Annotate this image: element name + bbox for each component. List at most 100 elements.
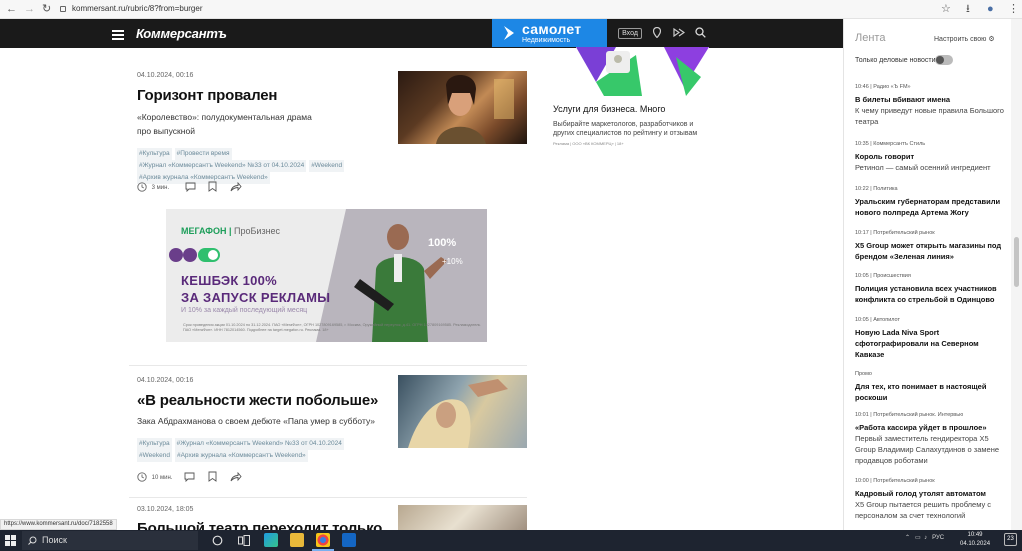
feed-item-title[interactable]: Уральским губернаторам представили новог… <box>855 196 1005 218</box>
share-icon[interactable] <box>230 471 242 484</box>
tag-link[interactable]: #Weekend <box>137 450 172 462</box>
ad-legal: Реклама | ООО «ВК КОММЕРЦ» | 18+ <box>553 141 624 146</box>
feed-item-title[interactable]: «Работа кассира уйдет в прошлое» <box>855 422 1005 433</box>
comment-icon[interactable] <box>184 472 195 484</box>
news-feed-panel: Лента Настроить свою ⚙ Только деловые но… <box>843 19 1011 530</box>
tag-link[interactable]: #Архив журнала «Коммерсантъ Weekend» <box>174 450 308 462</box>
tag-link[interactable]: #Провести время <box>174 148 232 160</box>
banner-percent: 100% <box>428 237 457 249</box>
address-bar[interactable]: kommersant.ru/rubric/8?from=burger <box>60 2 203 16</box>
article-lead: Зака Абдрахманова о своем дебюте «Папа у… <box>137 416 376 426</box>
bookmark-icon[interactable] <box>208 471 217 484</box>
feed-item-meta: 10:05 | Автопилот <box>855 317 901 323</box>
tag-link[interactable]: #Журнал «Коммерсантъ Weekend» №33 от 04.… <box>174 438 344 450</box>
feed-item[interactable]: 10:46 | Радио «Ъ FM» В билеты вбивают име… <box>855 83 1005 127</box>
feed-item-lead: Первый заместитель гендиректора X5 Group… <box>855 434 1000 465</box>
divider <box>129 497 527 498</box>
article-title[interactable]: Горизонт провален <box>137 87 277 104</box>
divider <box>129 365 527 366</box>
banner-fine-print: Срок проведения акции 01.10.2024 по 31.1… <box>183 323 481 332</box>
download-icon[interactable]: ⭳ <box>966 2 970 16</box>
feed-item-title[interactable]: Король говорит <box>855 151 1005 162</box>
back-icon[interactable]: ← <box>6 2 17 16</box>
tag-link[interactable]: #Weekend <box>309 160 345 172</box>
network-icon[interactable]: ▭ <box>915 535 921 541</box>
podcast-icon[interactable] <box>673 27 685 38</box>
feed-item-title[interactable]: X5 Group может открыть магазины под брен… <box>855 240 1005 262</box>
feed-item[interactable]: 10:00 | Потребительский рынок Кадровый го… <box>855 477 1005 521</box>
comment-icon[interactable] <box>185 182 196 194</box>
article-lead-line: «Королевство»: полудокументальная драма <box>137 112 312 122</box>
site-logo[interactable]: Коммерсантъ <box>136 26 227 41</box>
ad-title[interactable]: Услуги для бизнеса. Много <box>553 104 665 114</box>
gear-icon: ⚙ <box>988 36 995 43</box>
article-title[interactable]: Большой театр переходит только <box>137 520 382 530</box>
file-explorer-icon[interactable] <box>290 533 304 547</box>
feed-item[interactable]: 10:05 | Происшествия Полиция установила в… <box>855 272 1005 305</box>
banner-line: ЗА ЗАПУСК РЕКЛАМЫ <box>181 290 331 305</box>
business-only-toggle[interactable] <box>935 55 953 65</box>
site-info-icon[interactable] <box>60 5 66 12</box>
feed-item-meta: 10:35 | Коммерсантъ Стиль <box>855 141 926 147</box>
system-tray[interactable]: ⌃ ▭ ♪ РУС <box>905 534 944 541</box>
banner-line: КЕШБЭК 100% <box>181 273 278 288</box>
share-icon[interactable] <box>230 181 242 194</box>
bookmark-star-icon[interactable]: ☆ <box>941 2 951 16</box>
feed-item-title[interactable]: Для тех, кто понимает в настоящей роскош… <box>855 381 1005 403</box>
taskbar-search-label: Поиск <box>42 535 67 545</box>
taskbar-search[interactable]: Поиск <box>22 531 198 550</box>
article-thumbnail[interactable] <box>398 505 527 530</box>
article-thumbnail[interactable] <box>398 375 527 448</box>
article-title[interactable]: «В реальности жести побольше» <box>137 392 378 409</box>
feed-item[interactable]: 10:05 | Автопилот Новую Lada Niva Sport с… <box>855 316 1005 360</box>
feed-item[interactable]: 10:01 | Потребительский рынок. Интервью «… <box>855 411 1005 466</box>
login-button[interactable]: Вход <box>618 28 642 39</box>
promo-name: самолет <box>522 21 582 37</box>
chevron-up-icon[interactable]: ⌃ <box>905 535 910 541</box>
article-date: 04.10.2024, 00:16 <box>137 72 194 79</box>
feed-item[interactable]: 10:22 | Политика Уральским губернаторам п… <box>855 185 1005 218</box>
article-lead-line: про выпускной <box>137 126 195 136</box>
feed-settings-link[interactable]: Настроить свою ⚙ <box>934 35 995 43</box>
megafon-banner[interactable]: МЕГАФОН | ПроБизнес КЕШБЭК 100% ЗА ЗАПУСК… <box>166 209 487 342</box>
reload-icon[interactable]: ↻ <box>42 2 51 16</box>
burger-menu-icon[interactable] <box>112 30 124 42</box>
feed-item[interactable]: 10:35 | Коммерсантъ Стиль Король говорит Р… <box>855 140 1005 173</box>
keyboard-language[interactable]: РУС <box>932 535 944 541</box>
read-time: 3 мин. <box>151 184 170 191</box>
profile-icon[interactable]: ● <box>987 2 994 16</box>
feed-item[interactable]: Промо Для тех, кто понимает в настоящей р… <box>855 370 1005 403</box>
outlook-icon[interactable] <box>342 533 356 547</box>
feed-item-title[interactable]: Новую Lada Niva Sport сфотографировали н… <box>855 327 1005 360</box>
browser-menu-icon[interactable]: ⋮ <box>1008 2 1019 16</box>
taskbar-clock[interactable]: 10:49 04.10.2024 <box>960 531 990 549</box>
tag-link[interactable]: #Журнал «Коммерсантъ Weekend» №33 от 04.… <box>137 160 307 172</box>
cortana-icon[interactable] <box>212 535 223 546</box>
bookmark-icon[interactable] <box>208 181 217 194</box>
edge-icon[interactable] <box>264 533 278 547</box>
tag-link[interactable]: #Культура <box>137 148 172 160</box>
article-thumbnail[interactable] <box>398 71 527 144</box>
tag-link[interactable]: #Культура <box>137 438 172 450</box>
volume-icon[interactable]: ♪ <box>924 535 927 541</box>
feed-title: Лента <box>855 32 886 44</box>
ad-image[interactable] <box>576 47 709 96</box>
search-icon[interactable] <box>695 27 706 38</box>
scrollbar-thumb[interactable] <box>1014 237 1019 287</box>
feed-item-title[interactable]: В билеты вбивают имена <box>855 94 1005 105</box>
feed-item-title[interactable]: Полиция установила всех участников конфл… <box>855 283 1005 305</box>
article-tags: #Культура #Провести время#Журнал «Коммерс… <box>137 148 377 184</box>
notification-icon[interactable]: 23 <box>1004 533 1017 546</box>
chrome-icon[interactable] <box>316 533 330 547</box>
article-actions: 10 мин. <box>137 471 242 484</box>
feed-item-title[interactable]: Кадровый голод утолят автоматом <box>855 488 1005 499</box>
clock-time: 10:49 <box>967 532 983 538</box>
samolet-promo-banner[interactable]: самолет Недвижимость <box>492 19 607 47</box>
windows-start-icon[interactable] <box>5 535 16 546</box>
forward-icon[interactable]: → <box>24 2 35 16</box>
task-view-icon[interactable] <box>238 535 250 546</box>
browser-toolbar: ← → ↻ kommersant.ru/rubric/8?from=burger… <box>0 0 1022 19</box>
feed-item[interactable]: 10:17 | Потребительский рынок X5 Group мо… <box>855 229 1005 262</box>
feed-item-meta: 10:01 | Потребительский рынок. Интервью <box>855 412 964 418</box>
location-icon[interactable] <box>653 27 661 38</box>
